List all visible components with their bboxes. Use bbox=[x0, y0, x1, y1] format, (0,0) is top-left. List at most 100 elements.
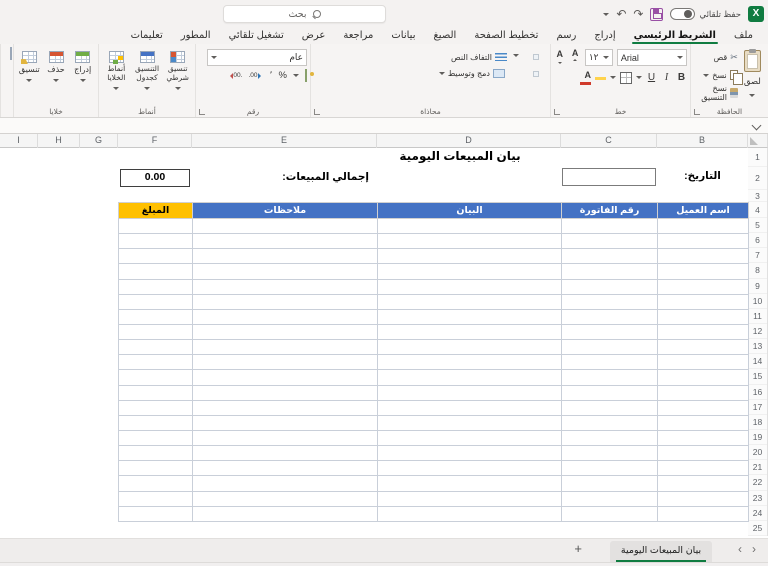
number-format-select[interactable]: عام bbox=[207, 49, 307, 66]
accounting-format-button[interactable] bbox=[305, 69, 307, 82]
ribbon-tab-1[interactable]: الشريط الرئيسي bbox=[625, 30, 725, 44]
insert-cells-button[interactable]: إدراج bbox=[70, 48, 95, 102]
table-cell[interactable] bbox=[377, 354, 562, 371]
select-all-corner[interactable] bbox=[748, 134, 768, 148]
table-cell[interactable] bbox=[118, 384, 193, 401]
font-size-select[interactable]: ١٢ bbox=[584, 49, 613, 66]
table-cell[interactable] bbox=[377, 429, 562, 447]
row-header-18[interactable]: 18 bbox=[748, 415, 767, 430]
table-cell[interactable] bbox=[561, 445, 658, 462]
table-cell[interactable] bbox=[118, 263, 193, 280]
table-cell[interactable] bbox=[561, 414, 658, 431]
borders-dropdown-caret[interactable] bbox=[610, 76, 616, 82]
table-cell[interactable] bbox=[377, 339, 562, 356]
table-cell[interactable] bbox=[377, 248, 562, 265]
table-cell[interactable] bbox=[377, 217, 562, 235]
table-header-0[interactable]: المبلغ bbox=[118, 202, 193, 219]
table-cell[interactable] bbox=[657, 399, 749, 416]
table-cell[interactable] bbox=[192, 233, 378, 250]
table-cell[interactable] bbox=[118, 445, 193, 462]
date-label-cell[interactable]: التاريخ: bbox=[657, 170, 748, 182]
table-cell[interactable] bbox=[657, 384, 749, 401]
row-header-1[interactable]: 1 bbox=[748, 148, 767, 167]
add-sheet-button[interactable]: + bbox=[574, 541, 582, 556]
sheet-title-cell[interactable]: بيان المبيعات اليومية bbox=[330, 149, 590, 163]
table-cell[interactable] bbox=[192, 460, 378, 477]
row-header-7[interactable]: 7 bbox=[748, 248, 767, 264]
decrease-indent-button[interactable] bbox=[517, 72, 521, 76]
row-header-9[interactable]: 9 bbox=[748, 279, 767, 294]
table-cell[interactable] bbox=[657, 490, 749, 507]
table-cell[interactable] bbox=[377, 293, 562, 310]
orientation-button[interactable] bbox=[511, 49, 521, 65]
column-header-E[interactable]: E bbox=[192, 134, 377, 148]
row-header-22[interactable]: 22 bbox=[748, 475, 767, 491]
row-header-20[interactable]: 20 bbox=[748, 445, 767, 461]
table-cell[interactable] bbox=[377, 505, 562, 522]
ribbon-tab-11[interactable]: تعليمات bbox=[122, 30, 172, 44]
increase-decimal-button[interactable]: 00. bbox=[248, 72, 263, 79]
row-header-21[interactable]: 21 bbox=[748, 460, 767, 476]
table-cell[interactable] bbox=[561, 248, 658, 265]
table-cell[interactable] bbox=[377, 460, 562, 477]
table-cell[interactable] bbox=[192, 445, 378, 462]
row-header-15[interactable]: 15 bbox=[748, 369, 767, 385]
table-cell[interactable] bbox=[657, 248, 749, 265]
column-header-G[interactable]: G bbox=[80, 134, 118, 148]
table-cell[interactable] bbox=[657, 505, 749, 522]
align-top-button[interactable] bbox=[543, 55, 547, 59]
table-cell[interactable] bbox=[561, 233, 658, 250]
bold-button[interactable]: B bbox=[676, 72, 687, 83]
clipboard-dialog-launcher[interactable] bbox=[694, 109, 700, 115]
table-cell[interactable] bbox=[118, 278, 193, 295]
table-cell[interactable] bbox=[657, 475, 749, 492]
table-cell[interactable] bbox=[118, 505, 193, 522]
ribbon-tab-9[interactable]: تشغيل تلقائي bbox=[220, 30, 293, 44]
table-cell[interactable] bbox=[561, 293, 658, 310]
table-cell[interactable] bbox=[377, 308, 562, 325]
table-cell[interactable] bbox=[377, 475, 562, 492]
table-cell[interactable] bbox=[192, 414, 378, 431]
table-cell[interactable] bbox=[192, 399, 378, 416]
column-header-F[interactable]: F bbox=[118, 134, 192, 148]
table-cell[interactable] bbox=[118, 293, 193, 310]
table-cell[interactable] bbox=[377, 490, 562, 507]
font-name-select[interactable]: Arial bbox=[616, 49, 687, 66]
increase-indent-button[interactable] bbox=[509, 72, 513, 76]
align-right-button[interactable] bbox=[543, 72, 547, 76]
row-header-2[interactable]: 2 bbox=[748, 167, 767, 190]
table-cell[interactable] bbox=[192, 263, 378, 280]
ribbon-tab-8[interactable]: عرض bbox=[293, 30, 335, 44]
ribbon-tab-5[interactable]: الصيغ bbox=[424, 30, 465, 44]
table-cell[interactable] bbox=[118, 354, 193, 371]
table-cell[interactable] bbox=[118, 490, 193, 507]
table-header-1[interactable]: ملاحظات bbox=[192, 202, 378, 219]
row-header-6[interactable]: 6 bbox=[748, 233, 767, 249]
sheet-tab-active[interactable]: بيان المبيعات اليومية bbox=[610, 541, 712, 562]
row-header-10[interactable]: 10 bbox=[748, 294, 767, 309]
merge-center-button[interactable]: دمج وتوسيط bbox=[438, 69, 505, 78]
column-header-H[interactable]: H bbox=[38, 134, 80, 148]
table-cell[interactable] bbox=[192, 217, 378, 235]
table-cell[interactable] bbox=[377, 414, 562, 431]
total-sales-label-cell[interactable]: إجمالي المبيعات: bbox=[192, 171, 369, 183]
table-cell[interactable] bbox=[561, 460, 658, 477]
delete-cells-button[interactable]: حذف bbox=[44, 48, 69, 102]
table-cell[interactable] bbox=[657, 429, 749, 447]
table-cell[interactable] bbox=[192, 339, 378, 356]
row-header-14[interactable]: 14 bbox=[748, 354, 767, 370]
table-cell[interactable] bbox=[192, 505, 378, 522]
paste-dropdown-caret[interactable] bbox=[749, 94, 756, 100]
redo-icon[interactable]: ↷ bbox=[633, 8, 643, 20]
underline-dropdown-caret[interactable] bbox=[636, 76, 642, 82]
table-cell[interactable] bbox=[561, 399, 658, 416]
table-cell[interactable] bbox=[377, 233, 562, 250]
table-cell[interactable] bbox=[377, 384, 562, 401]
table-cell[interactable] bbox=[657, 460, 749, 477]
align-bottom-button[interactable] bbox=[525, 55, 529, 59]
decrease-font-size-button[interactable]: A bbox=[554, 49, 565, 66]
align-middle-button[interactable] bbox=[533, 54, 539, 60]
format-cells-button[interactable]: تنسيق bbox=[17, 48, 42, 102]
table-cell[interactable] bbox=[192, 293, 378, 310]
table-header-4[interactable]: اسم العميل bbox=[657, 202, 749, 219]
